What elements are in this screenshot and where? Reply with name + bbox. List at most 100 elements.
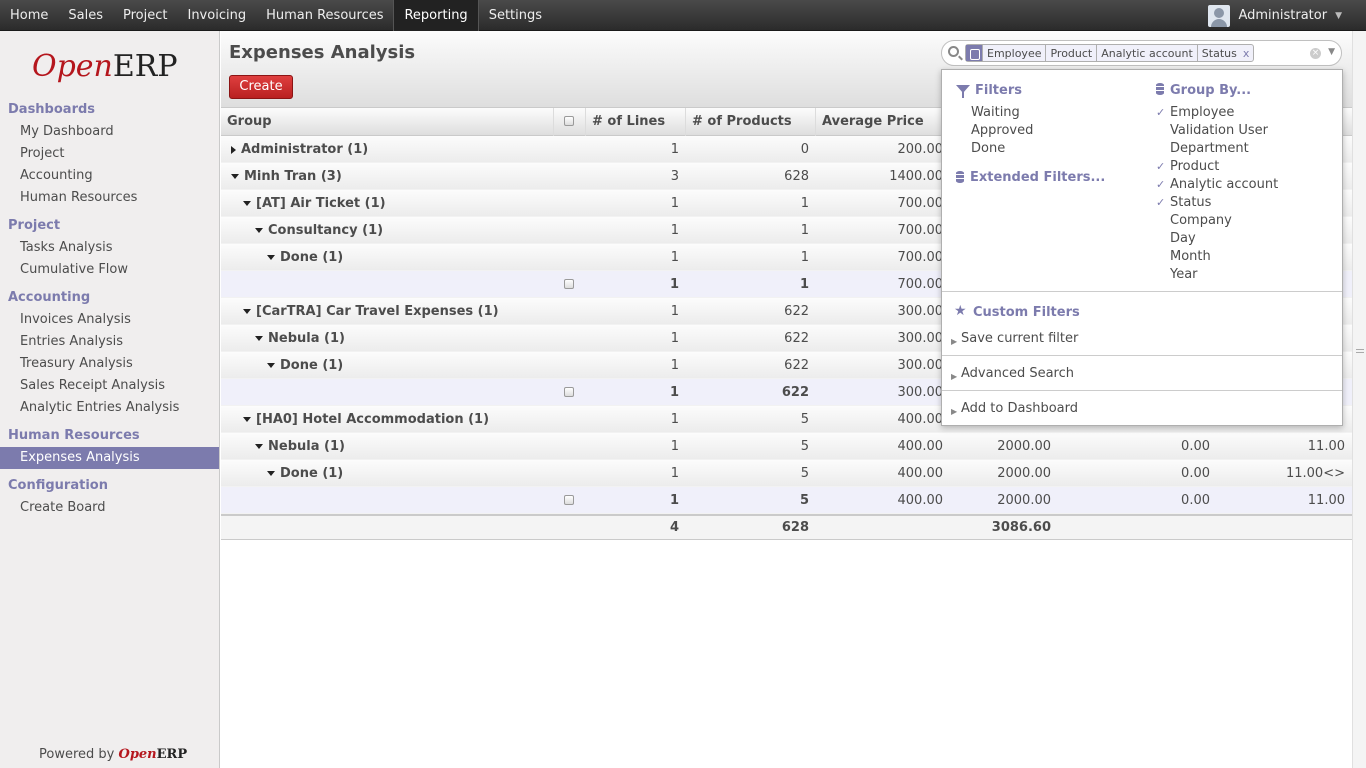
group-by-day[interactable]: Day [1170,231,1196,246]
group-by-product[interactable]: Product [1170,159,1219,174]
top-menu-project[interactable]: Project [113,0,177,31]
create-button[interactable]: Create [229,75,293,99]
sidebar-item-analytic-entries-analysis[interactable]: Analytic Entries Analysis [20,400,179,415]
search-bar[interactable]: Employee Product Analytic account Status x ×… [941,40,1342,66]
column-header-products[interactable]: # of Products [685,108,815,136]
star-icon: ★ [954,303,967,319]
column-6-cell: 0.00 [1181,439,1210,454]
lines-cell: 1 [669,277,679,292]
column-header-lines[interactable]: # of Lines [585,108,685,136]
group-by-year[interactable]: Year [1170,267,1198,282]
top-menu-bar: Home Sales Project Invoicing Human Resources… [0,0,1366,31]
table-row[interactable]: 1 5 400.00 2000.00 0.00 11.00 [221,487,1352,514]
expanded-triangle-icon [255,444,263,449]
column-header-average-price[interactable]: Average Price [815,108,945,136]
sidebar-item-accounting[interactable]: Accounting [20,168,93,183]
sidebar-section-project[interactable]: Project [8,218,60,233]
top-menu-reporting[interactable]: Reporting [393,0,479,31]
top-menu-settings[interactable]: Settings [479,0,552,31]
group-label[interactable]: Nebula (1) [255,325,345,352]
group-by-department[interactable]: Department [1170,141,1249,156]
filter-waiting[interactable]: Waiting [971,105,1020,120]
row-checkbox[interactable] [564,495,574,505]
row-checkbox[interactable] [564,387,574,397]
group-label[interactable]: Done (1) [267,352,343,379]
sidebar-section-accounting[interactable]: Accounting [8,290,90,305]
products-cell: 5 [800,439,809,454]
groupby-facet[interactable]: Employee Product Analytic account Status x [965,44,1255,62]
group-label[interactable]: [HA0] Hotel Accommodation (1) [243,406,489,433]
divider [942,291,1342,292]
sidebar-item-my-dashboard[interactable]: My Dashboard [20,124,114,139]
custom-filters-title: Custom Filters [973,305,1080,320]
group-label[interactable]: Done (1) [267,460,343,487]
sidebar-item-project[interactable]: Project [20,146,64,161]
group-label[interactable]: Nebula (1) [255,433,345,460]
add-to-dashboard-toggle[interactable]: Add to Dashboard [961,401,1078,416]
column-7-cell: 11.00 [1307,439,1345,454]
group-by-employee[interactable]: Employee [1170,105,1234,120]
group-by-validation-user[interactable]: Validation User [1170,123,1268,138]
powered-erp-text: ERP [156,747,188,762]
lines-cell: 1 [670,304,679,319]
group-label[interactable]: Administrator (1) [231,136,368,163]
expanded-triangle-icon [231,174,239,179]
top-menu-human-resources[interactable]: Human Resources [256,0,393,31]
group-label[interactable]: Consultancy (1) [255,217,383,244]
sidebar-item-sales-receipt-analysis[interactable]: Sales Receipt Analysis [20,378,165,393]
total-cell: 2000.00 [997,439,1051,454]
products-cell: 628 [784,169,809,184]
sidebar-item-create-board[interactable]: Create Board [20,500,106,515]
sidebar-item-entries-analysis[interactable]: Entries Analysis [20,334,123,349]
group-row[interactable]: Done (1) 1 5 400.00 2000.00 0.00 11.00<> [221,460,1352,487]
group-by-status[interactable]: Status [1170,195,1211,210]
row-checkbox[interactable] [564,279,574,289]
sidebar-item-cumulative-flow[interactable]: Cumulative Flow [20,262,128,277]
sidebar-item-invoices-analysis[interactable]: Invoices Analysis [20,312,131,327]
select-all-checkbox[interactable] [564,116,574,126]
group-label[interactable]: Minh Tran (3) [231,163,342,190]
user-menu[interactable]: Administrator ▼ [1208,0,1342,31]
sidebar-item-expenses-analysis[interactable]: Expenses Analysis [0,447,219,469]
toggle-drawer-icon[interactable]: ▼ [1328,47,1335,57]
group-label[interactable]: [CarTRA] Car Travel Expenses (1) [243,298,499,325]
sidebar: OpenERP Dashboards My Dashboard Project Acc… [0,31,220,768]
group-label[interactable]: [AT] Air Ticket (1) [243,190,386,217]
products-cell: 1 [799,277,809,292]
expanded-triangle-icon [243,201,251,206]
group-by-company[interactable]: Company [1170,213,1232,228]
sidebar-section-dashboards[interactable]: Dashboards [8,102,95,117]
lines-cell: 1 [670,142,679,157]
group-by-month[interactable]: Month [1170,249,1211,264]
advanced-search-toggle[interactable]: Advanced Search [961,366,1074,381]
user-name: Administrator [1238,8,1328,23]
footer-products-total: 628 [781,520,809,535]
group-by-icon [1156,83,1164,95]
top-menu-invoicing[interactable]: Invoicing [177,0,256,31]
group-by-analytic-account[interactable]: Analytic account [1170,177,1278,192]
clear-search-icon[interactable]: × [1310,48,1321,59]
remove-facet-icon[interactable]: x [1241,45,1254,61]
group-label[interactable]: Done (1) [267,244,343,271]
checkmark-icon: ✓ [1156,160,1166,173]
powered-by[interactable]: Powered by OpenERP [39,747,187,762]
top-menu-sales[interactable]: Sales [58,0,113,31]
sidebar-item-tasks-analysis[interactable]: Tasks Analysis [20,240,113,255]
openerp-logo[interactable]: OpenERP [32,49,178,84]
filter-approved[interactable]: Approved [971,123,1033,138]
sidebar-item-human-resources[interactable]: Human Resources [20,190,137,205]
sidebar-item-treasury-analysis[interactable]: Treasury Analysis [20,356,133,371]
group-row[interactable]: Nebula (1) 1 5 400.00 2000.00 0.00 11.00 [221,433,1352,460]
products-cell: 622 [784,331,809,346]
sidebar-section-human-resources[interactable]: Human Resources [8,428,140,443]
filter-done[interactable]: Done [971,141,1005,156]
top-menu-home[interactable]: Home [0,0,58,31]
save-filter-toggle[interactable]: Save current filter [961,331,1078,346]
total-cell: 2000.00 [997,466,1051,481]
scrollbar-grip[interactable] [1356,349,1364,353]
lines-cell: 1 [669,493,679,508]
extended-filters-link[interactable]: Extended Filters... [970,170,1105,185]
sidebar-section-configuration[interactable]: Configuration [8,478,108,493]
column-header-group[interactable]: Group [221,108,553,136]
scrollbar[interactable] [1352,31,1366,768]
